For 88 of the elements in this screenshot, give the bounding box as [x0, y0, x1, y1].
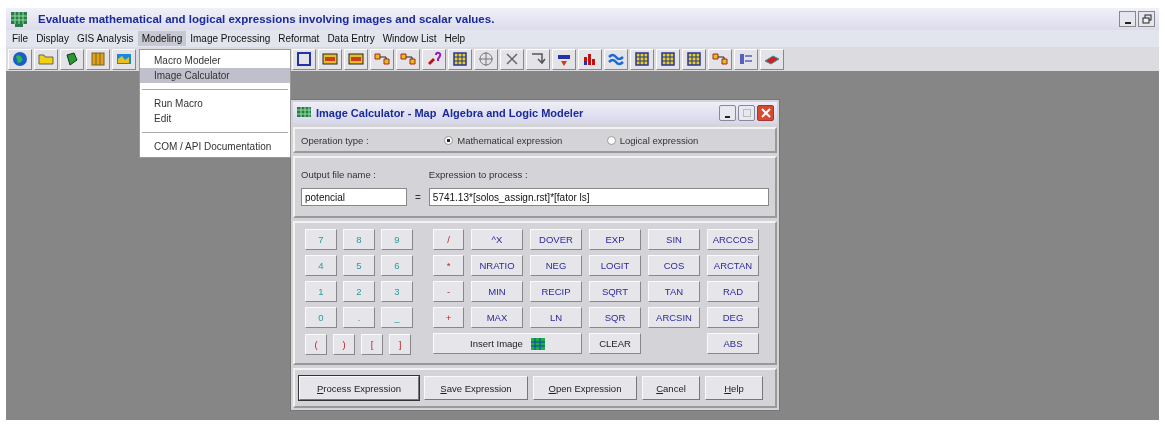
- query-icon[interactable]: [422, 48, 446, 70]
- menu-item[interactable]: Display: [32, 31, 73, 46]
- keypad-button[interactable]: NEG: [530, 255, 582, 276]
- grid-icon[interactable]: [682, 48, 706, 70]
- keypad-button[interactable]: TAN: [648, 281, 700, 302]
- keypad-button[interactable]: *: [433, 255, 464, 276]
- grid-icon: [530, 337, 545, 350]
- wave-icon[interactable]: [604, 48, 628, 70]
- insert-image-button[interactable]: Insert Image: [433, 333, 582, 354]
- keypad-button[interactable]: COS: [648, 255, 700, 276]
- equals-sign: =: [415, 192, 421, 205]
- close-button[interactable]: [757, 105, 774, 121]
- keypad-button[interactable]: NRATIO: [471, 255, 523, 276]
- minimize-icon: [725, 115, 730, 118]
- grid-icon: [296, 106, 312, 120]
- nodes-icon[interactable]: [396, 48, 420, 70]
- keypad-button[interactable]: +: [433, 307, 464, 328]
- menu-item[interactable]: Reformat: [274, 31, 324, 46]
- keypad-button[interactable]: RAD: [707, 281, 759, 302]
- keypad-button[interactable]: LOGIT: [589, 255, 641, 276]
- nodes-icon[interactable]: [708, 48, 732, 70]
- menu-item[interactable]: Help: [440, 31, 470, 46]
- keypad-button[interactable]: ABS: [707, 333, 759, 354]
- keypad-button[interactable]: MIN: [471, 281, 523, 302]
- chart-icon[interactable]: [578, 48, 602, 70]
- keypad-button[interactable]: DEG: [707, 307, 759, 328]
- maximize-icon: [742, 109, 751, 117]
- menu-item[interactable]: Macro Modeler: [140, 53, 290, 68]
- dialog-button[interactable]: Process Expression: [299, 376, 419, 400]
- keypad-button[interactable]: DOVER: [530, 229, 582, 250]
- keypad-button[interactable]: EXP: [589, 229, 641, 250]
- keypad-button[interactable]: ARCCOS: [707, 229, 759, 250]
- minimize-button[interactable]: [1119, 11, 1136, 27]
- close-icon: [760, 108, 771, 118]
- menu-item[interactable]: Edit: [140, 111, 290, 126]
- menu-item[interactable]: GIS Analysis: [72, 31, 138, 46]
- keypad-button[interactable]: ARCSIN: [648, 307, 700, 328]
- keypad-button[interactable]: SQR: [589, 307, 641, 328]
- menu-item[interactable]: File: [8, 31, 33, 46]
- menu-item[interactable]: Image Processing: [186, 31, 275, 46]
- dialog-button[interactable]: Cancel: [642, 376, 700, 400]
- window-title: Evaluate mathematical and logical expressions involving images and scalar values.: [38, 13, 495, 25]
- bars-icon[interactable]: [734, 48, 758, 70]
- nodes-icon[interactable]: [370, 48, 394, 70]
- restore-icon: [1141, 14, 1152, 24]
- dialog-button[interactable]: Help: [705, 376, 763, 400]
- cross-icon[interactable]: [500, 48, 524, 70]
- minimize-button[interactable]: [719, 105, 736, 121]
- keypad-button[interactable]: LN: [530, 307, 582, 328]
- dialog-button[interactable]: Open Expression: [533, 376, 637, 400]
- menu-item[interactable]: Image Calculator: [140, 68, 290, 83]
- button-label: Insert Image: [470, 338, 523, 349]
- keypad-button[interactable]: ARCTAN: [707, 255, 759, 276]
- keypad-button[interactable]: [: [361, 334, 383, 355]
- radio-button[interactable]: Mathematical expression: [444, 134, 607, 146]
- menu-item[interactable]: Run Macro: [140, 96, 290, 111]
- expression-label: Expression to process :: [428, 169, 529, 180]
- globe-icon[interactable]: [8, 48, 32, 70]
- radio-button[interactable]: Logical expression: [606, 134, 769, 146]
- output-label: Output file name :: [301, 169, 377, 180]
- keypad-button[interactable]: -: [433, 281, 464, 302]
- keypad-button[interactable]: SQRT: [589, 281, 641, 302]
- grid-icon[interactable]: [448, 48, 472, 70]
- menu-item[interactable]: Modeling: [137, 31, 187, 46]
- keypad-button[interactable]: ): [333, 334, 355, 355]
- columns-icon[interactable]: [86, 48, 110, 70]
- output-field[interactable]: potencial: [301, 188, 407, 206]
- keypad-button[interactable]: RECIP: [530, 281, 582, 302]
- operation-label: Operation type :: [301, 134, 370, 146]
- menu-item[interactable]: Data Entry: [323, 31, 379, 46]
- grid-icon: [10, 11, 28, 27]
- keypad-button[interactable]: CLEAR: [589, 333, 641, 354]
- dialog-title: Image Calculator - Map Algebra and Logic Modeler: [316, 107, 584, 119]
- keypad-button[interactable]: ^X: [471, 229, 523, 250]
- expression-field[interactable]: 5741.13*[solos_assign.rst]*[fator ls]: [428, 188, 769, 206]
- grid-icon[interactable]: [630, 48, 654, 70]
- menu-item[interactable]: Window List: [378, 31, 441, 46]
- keypad-button[interactable]: MAX: [471, 307, 523, 328]
- grid-icon[interactable]: [656, 48, 680, 70]
- frame-icon[interactable]: [292, 48, 316, 70]
- keypad-button[interactable]: SIN: [648, 229, 700, 250]
- keypad-button[interactable]: (: [305, 334, 327, 355]
- menu-item[interactable]: COM / API Documentation: [140, 139, 290, 154]
- keypad-button[interactable]: ]: [389, 334, 411, 355]
- dialog-button[interactable]: Save Expression: [424, 376, 528, 400]
- restore-button[interactable]: [1138, 11, 1155, 27]
- keypad-button[interactable]: /: [433, 229, 464, 250]
- minimize-icon: [1124, 21, 1131, 24]
